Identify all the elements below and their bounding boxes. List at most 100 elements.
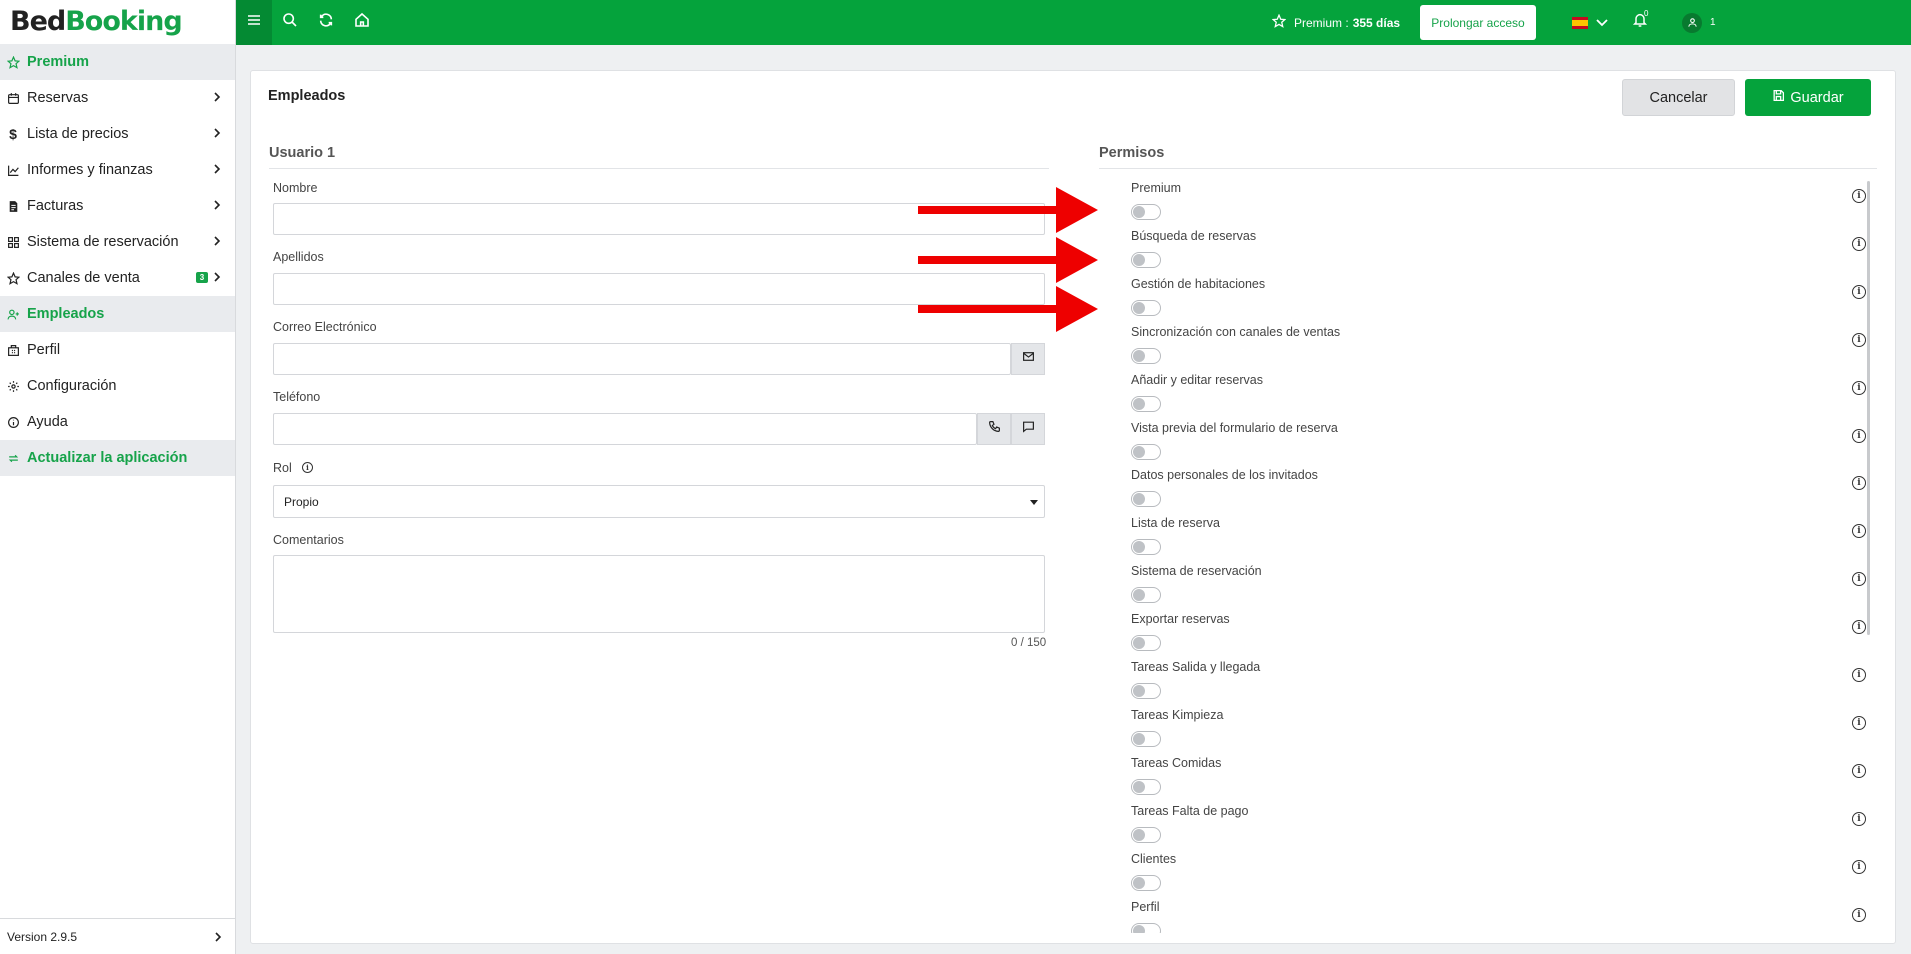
sidebar-item-ayuda[interactable]: Ayuda bbox=[0, 404, 235, 440]
permission-row: Exportar reservas i bbox=[1129, 612, 1866, 660]
info-icon[interactable]: i bbox=[1852, 332, 1866, 347]
permissions-section-title: Permisos bbox=[1099, 145, 1165, 161]
permission-toggle[interactable] bbox=[1131, 347, 1161, 364]
phone-icon bbox=[988, 420, 1001, 438]
sidebar-item-premium[interactable]: Premium bbox=[0, 44, 235, 80]
user-menu[interactable]: 1 bbox=[1682, 0, 1716, 45]
permission-toggle[interactable] bbox=[1131, 491, 1161, 508]
star-icon bbox=[6, 55, 20, 69]
refresh-button[interactable] bbox=[308, 0, 344, 45]
home-button[interactable] bbox=[344, 0, 380, 45]
permission-toggle[interactable] bbox=[1131, 635, 1161, 652]
scrollbar[interactable] bbox=[1867, 181, 1870, 635]
save-button[interactable]: Guardar bbox=[1745, 79, 1871, 116]
star-icon bbox=[1271, 13, 1294, 31]
info-icon[interactable]: i bbox=[1852, 284, 1866, 299]
sidebar-item-perfil[interactable]: Perfil bbox=[0, 332, 235, 368]
sidebar-item-reservas[interactable]: Reservas bbox=[0, 80, 235, 116]
search-button[interactable] bbox=[272, 0, 308, 45]
permission-label: Datos personales de los invitados bbox=[1131, 468, 1318, 483]
premium-label: Premium : bbox=[1294, 15, 1349, 30]
info-icon[interactable]: i bbox=[302, 462, 313, 473]
permission-row: Datos personales de los invitados i bbox=[1129, 468, 1866, 516]
permission-toggle[interactable] bbox=[1131, 539, 1161, 556]
cancel-button[interactable]: Cancelar bbox=[1622, 79, 1735, 116]
permission-row: Sistema de reservación i bbox=[1129, 564, 1866, 612]
sidebar-item-sistema-de-reservacion[interactable]: Sistema de reservación bbox=[0, 224, 235, 260]
info-icon[interactable]: i bbox=[1852, 811, 1866, 826]
chevron-right-icon bbox=[213, 91, 221, 107]
permission-toggle[interactable] bbox=[1131, 730, 1161, 747]
call-button[interactable] bbox=[977, 413, 1011, 445]
permission-label: Tareas Kimpieza bbox=[1131, 707, 1224, 722]
sidebar-item-label: Ayuda bbox=[27, 414, 68, 430]
info-icon[interactable]: i bbox=[1852, 380, 1866, 395]
caret-down-icon bbox=[1030, 500, 1038, 505]
permission-toggle[interactable] bbox=[1131, 826, 1161, 843]
char-counter: 0 / 150 bbox=[1011, 637, 1047, 649]
sidebar-item-canales-de-venta[interactable]: Canales de venta 3 bbox=[0, 260, 235, 296]
permission-toggle[interactable] bbox=[1131, 299, 1161, 316]
info-icon[interactable]: i bbox=[1852, 763, 1866, 778]
menu-button[interactable] bbox=[236, 0, 272, 45]
permission-toggle[interactable] bbox=[1131, 683, 1161, 699]
info-icon[interactable]: i bbox=[1852, 668, 1866, 682]
email-label: Correo Electrónico bbox=[273, 320, 377, 334]
arrow-annotation bbox=[918, 187, 1098, 233]
email-field[interactable] bbox=[273, 343, 1011, 375]
info-icon[interactable]: i bbox=[1852, 907, 1866, 922]
comments-textarea[interactable] bbox=[273, 555, 1045, 633]
permission-label: Premium bbox=[1131, 181, 1182, 195]
notifications-button[interactable]: 0 bbox=[1632, 0, 1648, 45]
info-icon[interactable]: i bbox=[1852, 620, 1866, 635]
premium-status: Premium : 355 días bbox=[1271, 0, 1400, 45]
toggle-knob bbox=[1133, 732, 1145, 745]
info-icon[interactable]: i bbox=[1852, 524, 1866, 539]
refresh-icon bbox=[6, 451, 20, 465]
app-logo[interactable]: BedBooking bbox=[0, 0, 235, 44]
info-icon[interactable]: i bbox=[1852, 572, 1866, 587]
sidebar-item-empleados[interactable]: Empleados bbox=[0, 296, 235, 332]
info-icon[interactable]: i bbox=[1852, 859, 1866, 874]
phone-field[interactable] bbox=[273, 413, 977, 445]
permission-row: Gestión de habitaciones i bbox=[1129, 276, 1866, 325]
mail-icon bbox=[1022, 350, 1035, 368]
invoice-icon bbox=[6, 199, 20, 213]
permission-label: Tareas Salida y llegada bbox=[1131, 660, 1261, 674]
info-icon[interactable]: i bbox=[1852, 715, 1866, 730]
language-selector[interactable] bbox=[1572, 0, 1608, 45]
grid-icon bbox=[6, 235, 20, 249]
permission-toggle[interactable] bbox=[1131, 922, 1161, 933]
permission-row: Premium i bbox=[1129, 181, 1866, 229]
permission-label: Tareas Falta de pago bbox=[1131, 803, 1249, 818]
permission-toggle[interactable] bbox=[1131, 874, 1161, 891]
sidebar-item-label: Actualizar la aplicación bbox=[27, 450, 188, 466]
sidebar-item-informes[interactable]: Informes y finanzas bbox=[0, 152, 235, 188]
permission-toggle[interactable] bbox=[1131, 204, 1161, 220]
sidebar-item-label: Canales de venta bbox=[27, 270, 140, 286]
email-button[interactable] bbox=[1011, 343, 1045, 375]
comments-label: Comentarios bbox=[273, 533, 344, 547]
spain-flag-icon bbox=[1572, 16, 1588, 29]
info-icon[interactable]: i bbox=[1852, 428, 1866, 443]
info-icon[interactable]: i bbox=[1852, 236, 1866, 251]
permission-toggle[interactable] bbox=[1131, 587, 1161, 604]
info-icon bbox=[6, 415, 20, 429]
permission-toggle[interactable] bbox=[1131, 778, 1161, 795]
permission-toggle[interactable] bbox=[1131, 395, 1161, 412]
info-icon[interactable]: i bbox=[1852, 189, 1866, 203]
permission-label: Clientes bbox=[1131, 851, 1177, 866]
extend-access-button[interactable]: Prolongar acceso bbox=[1420, 5, 1536, 40]
surname-label: Apellidos bbox=[273, 250, 324, 264]
permission-toggle[interactable] bbox=[1131, 443, 1161, 460]
sidebar-item-lista-de-precios[interactable]: $ Lista de precios bbox=[0, 116, 235, 152]
permission-toggle[interactable] bbox=[1131, 251, 1161, 268]
info-icon[interactable]: i bbox=[1852, 476, 1866, 491]
sidebar-item-configuracion[interactable]: Configuración bbox=[0, 368, 235, 404]
message-button[interactable] bbox=[1011, 413, 1045, 445]
version-info[interactable]: Version 2.9.5 bbox=[0, 918, 236, 954]
permission-label: Gestión de habitaciones bbox=[1131, 276, 1266, 291]
role-select[interactable]: Propio bbox=[273, 485, 1045, 518]
sidebar-item-facturas[interactable]: Facturas bbox=[0, 188, 235, 224]
sidebar-item-actualizar[interactable]: Actualizar la aplicación bbox=[0, 440, 235, 476]
